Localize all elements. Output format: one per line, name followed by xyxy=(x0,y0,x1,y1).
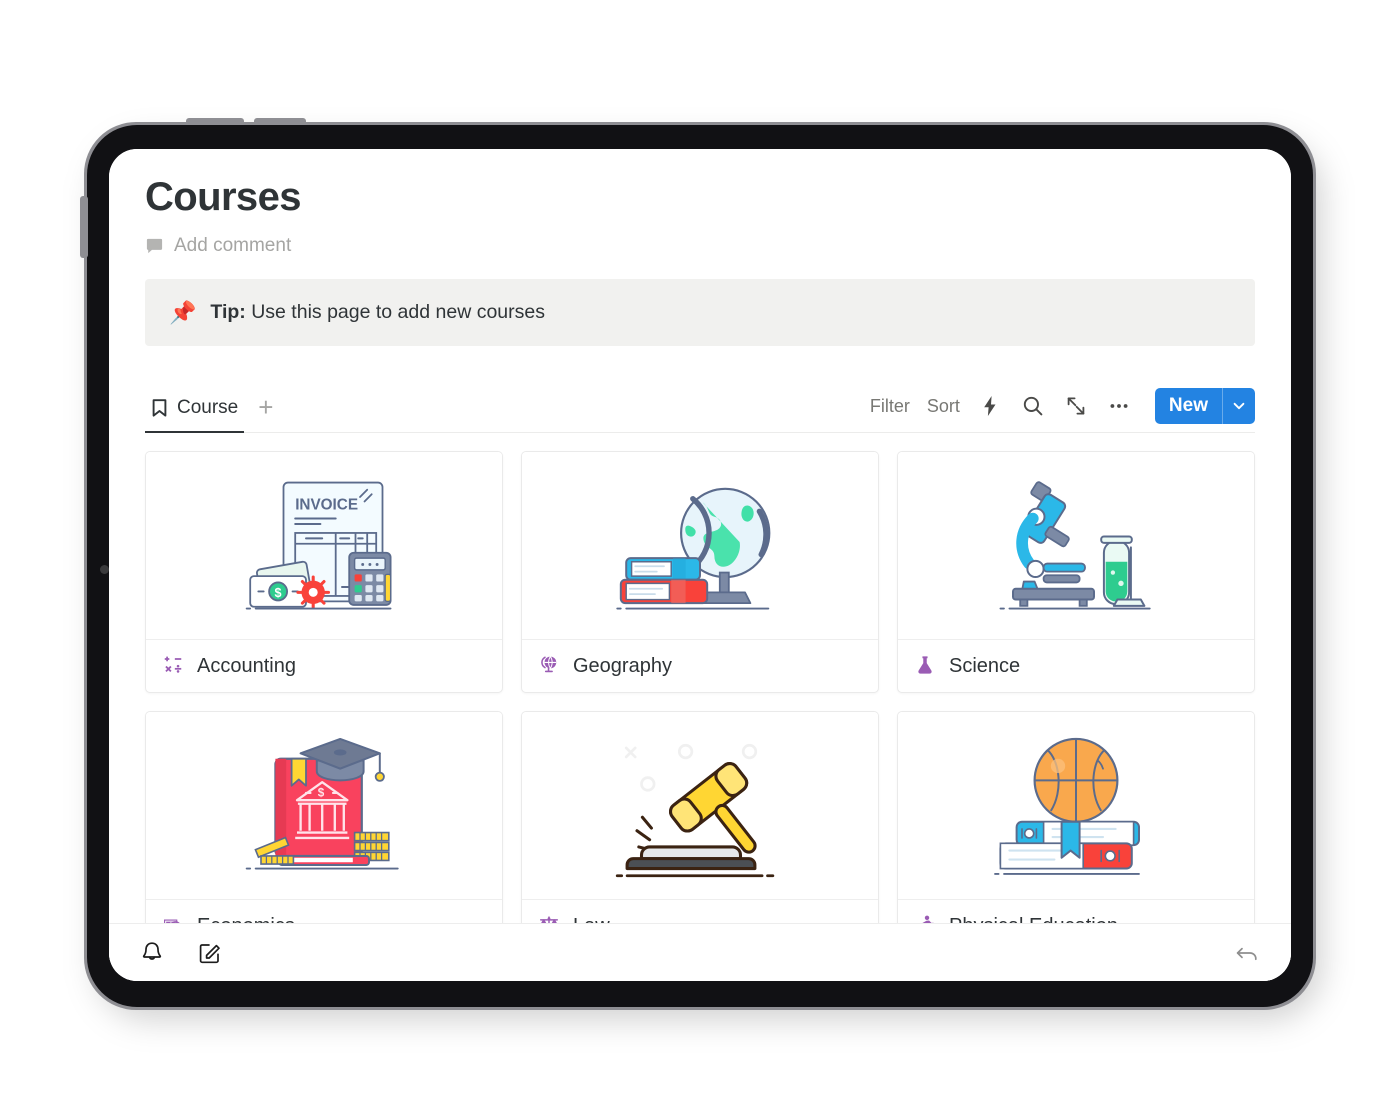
course-card-title: Accounting xyxy=(197,654,296,677)
add-view-button[interactable]: + xyxy=(250,394,281,432)
course-card-footer: $ Economics xyxy=(146,900,502,923)
course-card-footer: Law xyxy=(522,900,878,923)
course-card-footer: Geography xyxy=(522,640,878,692)
course-card-law[interactable]: Law xyxy=(521,711,879,923)
search-icon[interactable] xyxy=(1020,393,1046,419)
course-card-physical-education[interactable]: Physical Education xyxy=(897,711,1255,923)
power-button[interactable] xyxy=(80,196,88,258)
course-card-title: Economics xyxy=(197,915,295,924)
tip-callout: 📌 Tip: Use this page to add new courses xyxy=(145,279,1255,346)
course-card-title: Science xyxy=(949,654,1021,677)
svg-text:$: $ xyxy=(318,786,325,799)
svg-text:INVOICE: INVOICE xyxy=(295,496,358,513)
bottom-toolbar xyxy=(109,923,1291,981)
expand-icon[interactable] xyxy=(1063,393,1089,419)
tab-course-label: Course xyxy=(177,397,239,418)
gavel-illustration xyxy=(522,712,878,900)
math-symbols-icon xyxy=(162,654,186,678)
globe-stand-icon xyxy=(538,654,562,678)
flask-icon xyxy=(914,654,938,678)
microscope-test-tube-illustration xyxy=(898,452,1254,640)
scales-icon xyxy=(538,914,562,923)
bottom-left-actions xyxy=(139,940,223,966)
page-title: Courses xyxy=(145,175,301,219)
tab-course[interactable]: Course xyxy=(145,393,245,433)
globe-and-books-illustration xyxy=(522,452,878,640)
tip-callout-text: Tip: Use this page to add new courses xyxy=(210,301,545,324)
device-screen: Courses Add comment 📌 Tip: Use this page… xyxy=(109,149,1291,981)
money-coin-icon: $ xyxy=(162,914,186,923)
course-card-title: Physical Education xyxy=(949,915,1118,924)
database-actions: Filter Sort New xyxy=(870,388,1255,432)
sort-button[interactable]: Sort xyxy=(927,396,960,417)
device-bezel: Courses Add comment 📌 Tip: Use this page… xyxy=(87,125,1313,1007)
course-card-title: Geography xyxy=(573,654,672,677)
bell-icon[interactable] xyxy=(139,940,165,966)
chevron-down-icon[interactable] xyxy=(1223,388,1255,424)
new-button[interactable]: New xyxy=(1154,388,1255,424)
front-camera xyxy=(100,565,109,574)
add-comment-button[interactable]: Add comment xyxy=(145,235,1255,257)
course-card-footer: Science xyxy=(898,640,1254,692)
course-gallery: INVOICE $ Accounting Geography Science $ xyxy=(145,451,1255,923)
add-comment-label: Add comment xyxy=(174,235,292,256)
running-person-icon xyxy=(914,914,938,923)
tablet-device-frame: Courses Add comment 📌 Tip: Use this page… xyxy=(84,122,1316,1010)
database-view-tabs: Course + xyxy=(145,393,281,433)
app-content-area: Courses Add comment 📌 Tip: Use this page… xyxy=(109,149,1291,923)
pushpin-icon: 📌 xyxy=(169,299,197,325)
course-card-science[interactable]: Science xyxy=(897,451,1255,693)
compose-icon[interactable] xyxy=(197,940,223,966)
course-card-title: Law xyxy=(573,915,610,924)
new-button-label: New xyxy=(1168,395,1208,416)
bank-book-graduation-cap-illustration: $ xyxy=(146,712,502,900)
bookmark-icon xyxy=(151,398,168,418)
invoice-cash-calculator-illustration: INVOICE $ xyxy=(146,452,502,640)
lightning-icon[interactable] xyxy=(977,393,1003,419)
course-card-accounting[interactable]: INVOICE $ Accounting xyxy=(145,451,503,693)
notes-app: Courses Add comment 📌 Tip: Use this page… xyxy=(109,149,1291,981)
basketball-and-books-illustration xyxy=(898,712,1254,900)
course-card-economics[interactable]: $ xyxy=(145,711,503,923)
course-card-geography[interactable]: Geography xyxy=(521,451,879,693)
course-card-footer: Physical Education xyxy=(898,900,1254,923)
tip-body: Use this page to add new courses xyxy=(245,301,545,323)
comment-bubble-icon xyxy=(145,237,164,256)
database-toolbar: Course + Filter Sort New xyxy=(145,388,1255,433)
back-arrow-icon[interactable] xyxy=(1233,939,1261,967)
more-options-icon[interactable] xyxy=(1106,393,1132,419)
tip-label: Tip: xyxy=(210,301,246,323)
filter-button[interactable]: Filter xyxy=(870,396,910,417)
course-card-footer: Accounting xyxy=(146,640,502,692)
device-scene: Courses Add comment 📌 Tip: Use this page… xyxy=(0,0,1400,1120)
svg-text:$: $ xyxy=(275,585,282,599)
